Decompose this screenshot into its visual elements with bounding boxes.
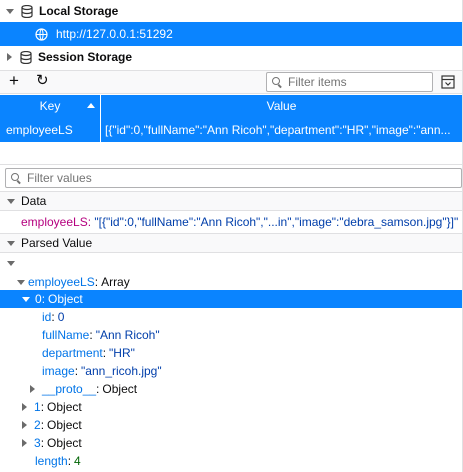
tree-value: 0: [57, 310, 65, 324]
colon: :: [40, 418, 45, 432]
tree-key: __proto__: [42, 382, 97, 396]
tree-row-proto[interactable]: __proto__: Object: [0, 380, 463, 398]
tree-value: "Ann Ricoh": [95, 328, 160, 342]
tree-key: 0: [35, 292, 42, 306]
expand-arrow-icon[interactable]: [7, 198, 15, 204]
tree-row-item-0[interactable]: 0: Object: [0, 290, 463, 308]
colon: :: [40, 400, 45, 414]
filter-placeholder: Filter values: [27, 171, 92, 185]
tree-row-item-1[interactable]: 1: Object: [0, 398, 463, 416]
colon: :: [51, 310, 55, 324]
panel-splitter[interactable]: [0, 164, 463, 165]
search-icon: [11, 173, 21, 183]
column-header-value[interactable]: Value: [101, 95, 462, 117]
tree-key: id: [42, 310, 52, 324]
colon: :: [41, 292, 46, 306]
colon: :: [102, 346, 107, 360]
tree-value: Object: [47, 418, 82, 432]
section-title: Data: [21, 194, 47, 208]
expand-arrow-icon[interactable]: [17, 279, 25, 285]
data-row: employeeLS: "[{"id":0,"fullName":"Ann Ri…: [21, 215, 458, 229]
add-item-button[interactable]: +: [9, 71, 19, 91]
tree-value: Object: [48, 292, 83, 306]
tree-item-label: http://127.0.0.1:51292: [56, 27, 173, 41]
tree-value: Object: [102, 382, 138, 396]
tree-value: 4: [74, 454, 81, 468]
database-icon: [21, 4, 33, 18]
tree-item-local-host[interactable]: http://127.0.0.1:51292: [0, 22, 463, 46]
table-cell-value[interactable]: [{"id":0,"fullName":"Ann Ricoh","departm…: [101, 117, 462, 142]
data-section-header[interactable]: Data: [0, 191, 463, 211]
parsed-section-header[interactable]: Parsed Value: [0, 233, 463, 253]
tree-row-department[interactable]: department: "HR": [0, 344, 463, 362]
tree-row-item-2[interactable]: 2: Object: [0, 416, 463, 434]
expand-arrow-icon[interactable]: [6, 8, 14, 14]
colon: :: [74, 364, 79, 378]
column-header-label: Key: [39, 99, 61, 113]
colon: :: [94, 275, 99, 289]
expand-arrow-icon[interactable]: [7, 53, 12, 61]
refresh-button[interactable]: ↻: [36, 71, 49, 91]
tree-row-item-3[interactable]: 3: Object: [0, 434, 463, 452]
column-header-label: Value: [266, 99, 297, 113]
colon: :: [89, 328, 93, 342]
tree-key: length: [35, 454, 68, 468]
tree-key: image: [42, 364, 75, 378]
colon: :: [67, 454, 72, 468]
table-cell-key[interactable]: employeeLS: [0, 117, 100, 142]
tree-key: 1: [34, 400, 41, 414]
tree-key: fullName: [42, 328, 90, 342]
tree-row-id[interactable]: id: 0: [0, 308, 463, 326]
tree-item-local-storage[interactable]: Local Storage: [0, 0, 463, 22]
filter-items-input[interactable]: Filter items: [266, 72, 433, 92]
tree-value: Object: [47, 436, 82, 450]
tree-row-image[interactable]: image: "ann_ricoh.jpg": [0, 362, 463, 380]
section-title: Parsed Value: [21, 236, 93, 250]
tree-item-label: Local Storage: [39, 4, 119, 18]
tree-key: 2: [34, 418, 41, 432]
expand-arrow-icon[interactable]: [22, 421, 27, 429]
tree-value: Object: [47, 400, 82, 414]
data-key: employeeLS: [21, 215, 88, 229]
tree-item-label: Session Storage: [38, 50, 133, 64]
expand-arrow-icon[interactable]: [30, 385, 35, 393]
tree-value: "HR": [109, 346, 135, 360]
column-header-key[interactable]: Key: [0, 95, 100, 117]
search-icon: [272, 77, 282, 87]
expand-arrow-icon[interactable]: [22, 439, 27, 447]
tree-root-toggle[interactable]: [0, 254, 463, 272]
tree-row-employeeLS[interactable]: employeeLS: Array: [0, 273, 463, 291]
data-value: "[{"id":0,"fullName":"Ann Ricoh","...in"…: [94, 215, 459, 229]
colon: :: [87, 215, 92, 229]
tree-value: "ann_ricoh.jpg": [81, 364, 162, 378]
tree-row-length[interactable]: length: 4: [0, 452, 463, 470]
tree-item-session-storage[interactable]: Session Storage: [0, 46, 463, 68]
filter-values-input[interactable]: Filter values: [5, 168, 462, 188]
colon: :: [96, 382, 100, 396]
expand-arrow-icon[interactable]: [22, 296, 30, 302]
expand-arrow-icon[interactable]: [22, 403, 27, 411]
colon: :: [40, 436, 45, 450]
database-icon: [20, 50, 32, 64]
tree-key: 3: [34, 436, 41, 450]
expand-arrow-icon[interactable]: [7, 260, 15, 266]
tree-value: Array: [101, 275, 130, 289]
storage-toolbar: + ↻ Filter items: [0, 70, 463, 94]
globe-icon: [35, 27, 48, 41]
expand-arrow-icon[interactable]: [7, 240, 15, 246]
tree-key: employeeLS: [28, 275, 95, 289]
tree-row-fullName[interactable]: fullName: "Ann Ricoh": [0, 326, 463, 344]
tree-key: department: [42, 346, 103, 360]
sort-ascending-icon: [87, 103, 95, 108]
filter-placeholder: Filter items: [288, 75, 347, 89]
sidebar-toggle-icon[interactable]: [441, 75, 455, 89]
